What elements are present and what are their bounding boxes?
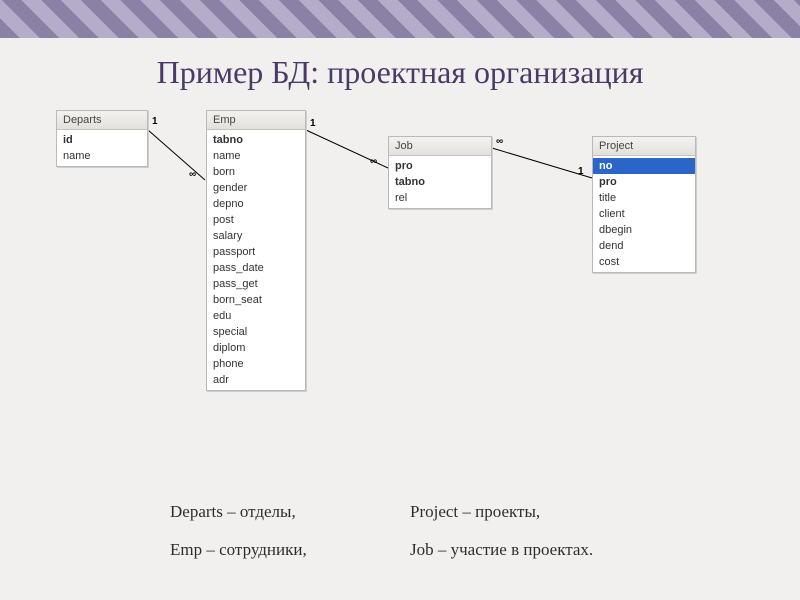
field: pro — [593, 174, 695, 190]
field: passport — [207, 244, 305, 260]
field: depno — [207, 196, 305, 212]
cardinality-many: ∞ — [189, 169, 196, 180]
field: salary — [207, 228, 305, 244]
field: edu — [207, 308, 305, 324]
field: adr — [207, 372, 305, 388]
field: id — [57, 132, 147, 148]
er-diagram: Departs id name Emp tabno name born gend… — [0, 108, 800, 428]
field: name — [207, 148, 305, 164]
field: cost — [593, 254, 695, 270]
field: name — [57, 148, 147, 164]
cardinality-many: ∞ — [370, 156, 377, 167]
field: diplom — [207, 340, 305, 356]
table-fields-departs: id name — [57, 130, 147, 166]
field: dend — [593, 238, 695, 254]
legend-project: Project – проекты, — [410, 502, 670, 522]
field: born — [207, 164, 305, 180]
table-fields-job: pro tabno rel — [389, 156, 491, 208]
legend-job: Job – участие в проектах. — [410, 540, 670, 560]
decorative-top-border — [0, 0, 800, 38]
table-header-project: Project — [593, 137, 695, 156]
cardinality-many: ∞ — [496, 136, 503, 147]
table-fields-project: no pro title client dbegin dend cost — [593, 156, 695, 272]
table-departs: Departs id name — [56, 110, 148, 167]
table-job: Job pro tabno rel — [388, 136, 492, 209]
table-header-job: Job — [389, 137, 491, 156]
field: dbegin — [593, 222, 695, 238]
field: pass_get — [207, 276, 305, 292]
cardinality-one: 1 — [310, 118, 316, 129]
field: tabno — [207, 132, 305, 148]
field: pass_date — [207, 260, 305, 276]
page-title: Пример БД: проектная организация — [0, 54, 800, 91]
field-selected: no — [593, 158, 695, 174]
field: special — [207, 324, 305, 340]
table-project: Project no pro title client dbegin dend … — [592, 136, 696, 273]
field: client — [593, 206, 695, 222]
legend-departs: Departs – отделы, — [170, 502, 410, 522]
field: title — [593, 190, 695, 206]
table-emp: Emp tabno name born gender depno post sa… — [206, 110, 306, 391]
table-header-emp: Emp — [207, 111, 305, 130]
legend-emp: Emp – сотрудники, — [170, 540, 410, 560]
field: post — [207, 212, 305, 228]
cardinality-one: 1 — [152, 116, 158, 127]
cardinality-one: 1 — [578, 166, 584, 177]
field: tabno — [389, 174, 491, 190]
field: phone — [207, 356, 305, 372]
table-header-departs: Departs — [57, 111, 147, 130]
legend: Departs – отделы, Project – проекты, Emp… — [170, 502, 670, 560]
field: rel — [389, 190, 491, 206]
field: pro — [389, 158, 491, 174]
table-fields-emp: tabno name born gender depno post salary… — [207, 130, 305, 390]
field: gender — [207, 180, 305, 196]
field: born_seat — [207, 292, 305, 308]
